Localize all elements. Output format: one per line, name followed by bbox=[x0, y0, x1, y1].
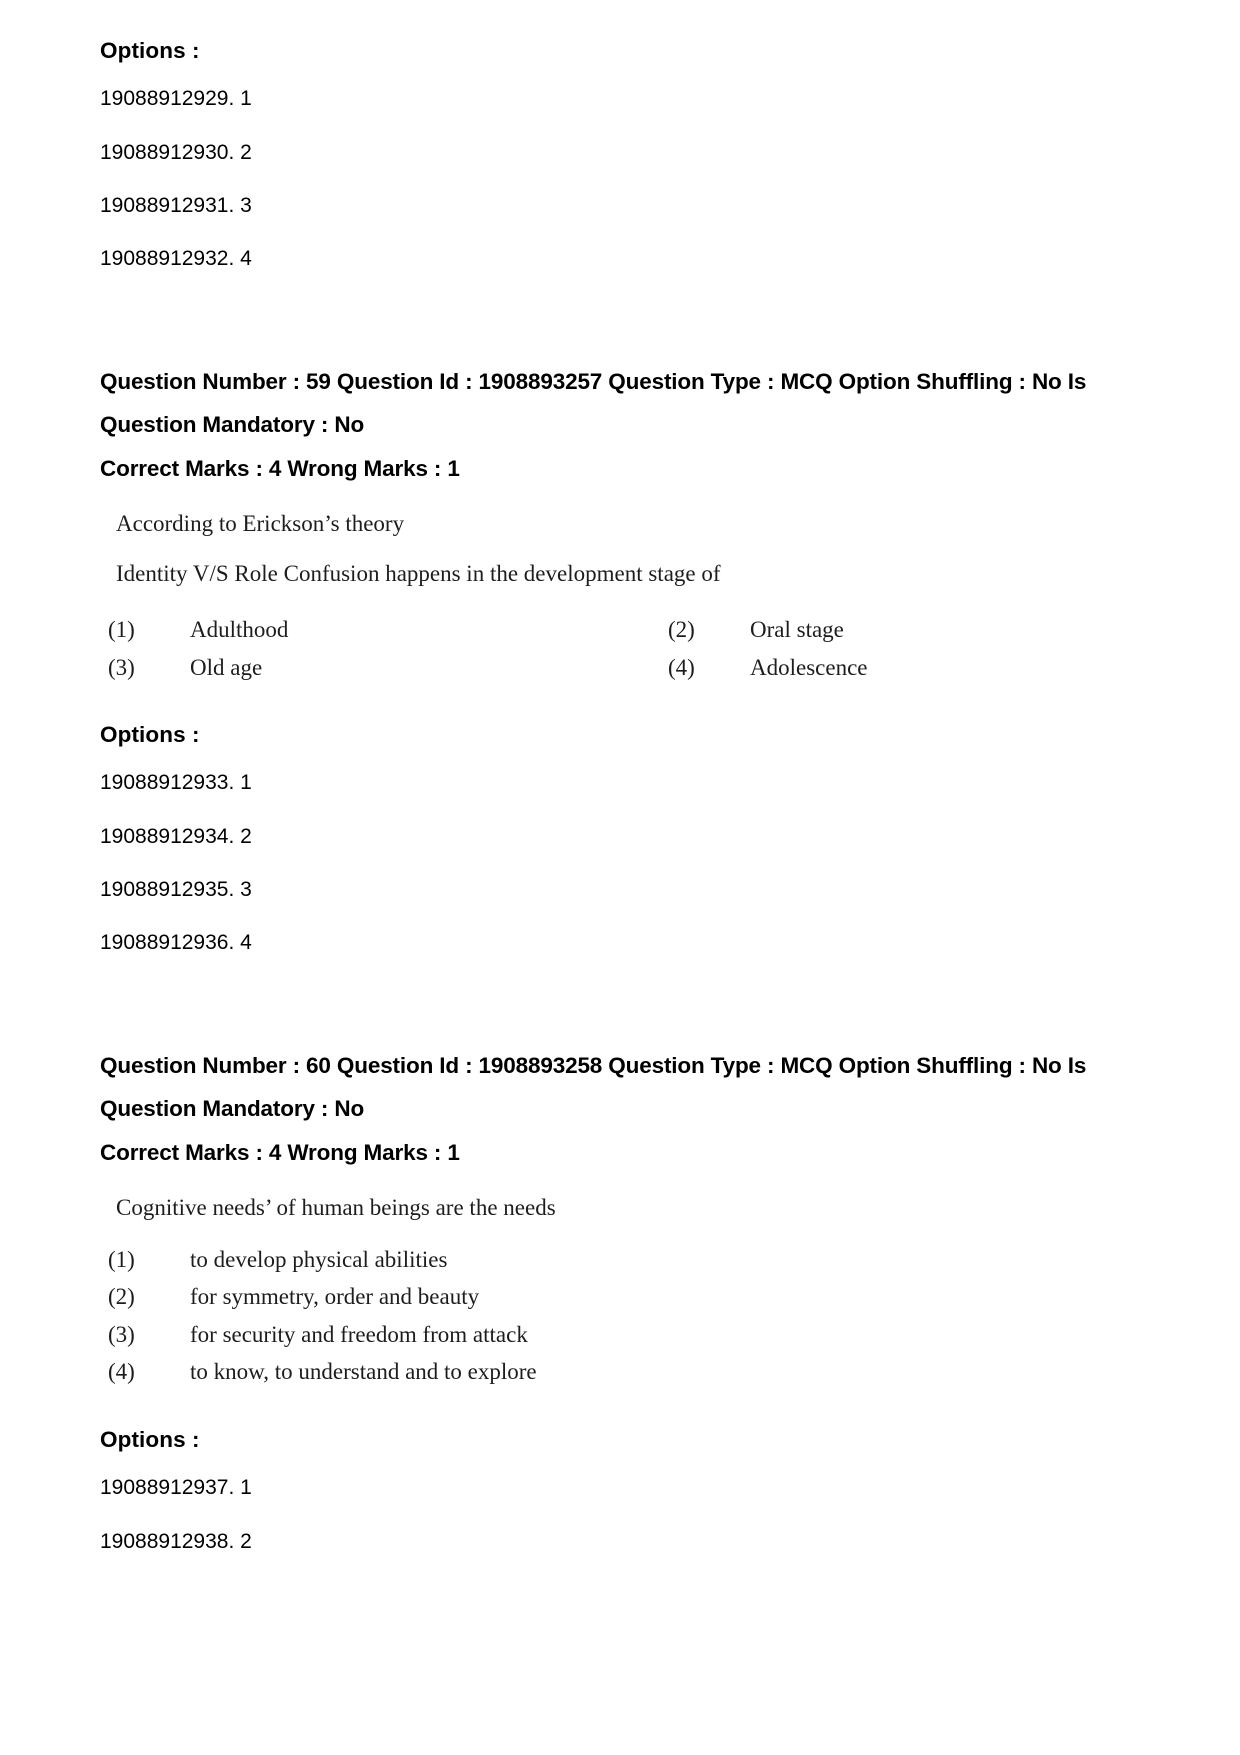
choice-item[interactable]: (4) to know, to understand and to explor… bbox=[108, 1353, 1140, 1390]
question-stem-line: Cognitive needs’ of human beings are the… bbox=[116, 1195, 556, 1220]
question-meta-line-2: Question Mandatory : No bbox=[100, 1096, 365, 1122]
question-marks-59: Correct Marks : 4 Wrong Marks : 1 bbox=[100, 455, 460, 481]
question-body-59: According to Erickson’s theory Identity … bbox=[100, 490, 1140, 585]
options-block-60: Options : 19088912937. 1 19088912938. 2 bbox=[100, 1425, 1140, 1568]
choice-number: (1) bbox=[108, 1247, 135, 1272]
choice-number: (4) bbox=[108, 1359, 135, 1385]
choice-number: (2) bbox=[668, 617, 695, 643]
question-marks-60: Correct Marks : 4 Wrong Marks : 1 bbox=[100, 1139, 460, 1165]
choice-item[interactable]: (1) to develop physical abilities bbox=[108, 1241, 1140, 1278]
choice-label: for symmetry, order and beauty bbox=[190, 1284, 480, 1310]
choice-item[interactable]: (4) Adolescence bbox=[668, 649, 1140, 686]
choice-item[interactable]: (1) Adulthood bbox=[108, 611, 668, 648]
options-heading: Options : bbox=[100, 1426, 200, 1452]
option-id-row: 19088912933. 1 bbox=[100, 771, 252, 795]
choice-item[interactable]: (2) for symmetry, order and beauty bbox=[108, 1278, 1140, 1315]
choice-label: Oral stage bbox=[750, 617, 844, 643]
choice-number: (3) bbox=[108, 1321, 135, 1347]
options-heading: Options : bbox=[100, 38, 200, 63]
option-id-row: 19088912931. 3 bbox=[100, 194, 252, 218]
option-id-row: 19088912934. 2 bbox=[100, 824, 252, 848]
option-id-row: 19088912936. 4 bbox=[100, 931, 252, 955]
question-meta-line-1: Question Number : 60 Question Id : 19088… bbox=[100, 1052, 1087, 1078]
choice-number: (3) bbox=[108, 654, 135, 680]
question-meta-line-1: Question Number : 59 Question Id : 19088… bbox=[100, 368, 1087, 394]
exam-paper-page: Options : 19088912929. 1 19088912930. 2 … bbox=[0, 0, 1240, 1755]
choice-label: Adolescence bbox=[750, 654, 868, 680]
option-id-row: 19088912929. 1 bbox=[100, 87, 252, 111]
option-id-row: 19088912932. 4 bbox=[100, 247, 252, 271]
choice-label: Adulthood bbox=[190, 617, 289, 643]
choice-number: (4) bbox=[668, 654, 695, 680]
choice-item[interactable]: (2) Oral stage bbox=[668, 611, 1140, 648]
question-meta-header-59: Question Number : 59 Question Id : 19088… bbox=[100, 360, 1140, 447]
option-id-row: 19088912938. 2 bbox=[100, 1529, 252, 1553]
question-stem-line: Identity V/S Role Confusion happens in t… bbox=[116, 561, 721, 587]
choice-label: to know, to understand and to explore bbox=[190, 1359, 537, 1385]
option-id-row: 19088912930. 2 bbox=[100, 140, 252, 164]
question-choices-59: (1) Adulthood (2) Oral stage (3) Old age… bbox=[100, 611, 1140, 686]
question-choices-60: (1) to develop physical abilities (2) fo… bbox=[100, 1241, 1140, 1391]
option-id-row: 19088912935. 3 bbox=[100, 878, 252, 902]
question-stem-line: According to Erickson’s theory bbox=[116, 511, 405, 537]
choice-label: Old age bbox=[190, 654, 263, 680]
page-content: Options : 19088912929. 1 19088912930. 2 … bbox=[100, 36, 1140, 1568]
options-block-59: Options : 19088912933. 1 19088912934. 2 … bbox=[100, 720, 1140, 970]
choice-number: (2) bbox=[108, 1284, 135, 1310]
choice-label: for security and freedom from attack bbox=[190, 1321, 528, 1347]
choice-number: (1) bbox=[108, 617, 135, 643]
options-heading: Options : bbox=[100, 721, 200, 747]
question-block-60: Question Number : 60 Question Id : 19088… bbox=[100, 1044, 1140, 1568]
choice-item[interactable]: (3) Old age bbox=[108, 649, 668, 686]
choice-item[interactable]: (3) for security and freedom from attack bbox=[108, 1316, 1140, 1353]
options-block-previous: Options : 19088912929. 1 19088912930. 2 … bbox=[100, 36, 1140, 286]
question-block-59: Question Number : 59 Question Id : 19088… bbox=[100, 360, 1140, 970]
option-id-row: 19088912937. 1 bbox=[100, 1476, 252, 1500]
choice-label: to develop physical abilities bbox=[190, 1247, 448, 1272]
question-meta-header-60: Question Number : 60 Question Id : 19088… bbox=[100, 1044, 1140, 1131]
question-body-60: Cognitive needs’ of human beings are the… bbox=[100, 1174, 1140, 1219]
question-meta-line-2: Question Mandatory : No bbox=[100, 412, 365, 438]
